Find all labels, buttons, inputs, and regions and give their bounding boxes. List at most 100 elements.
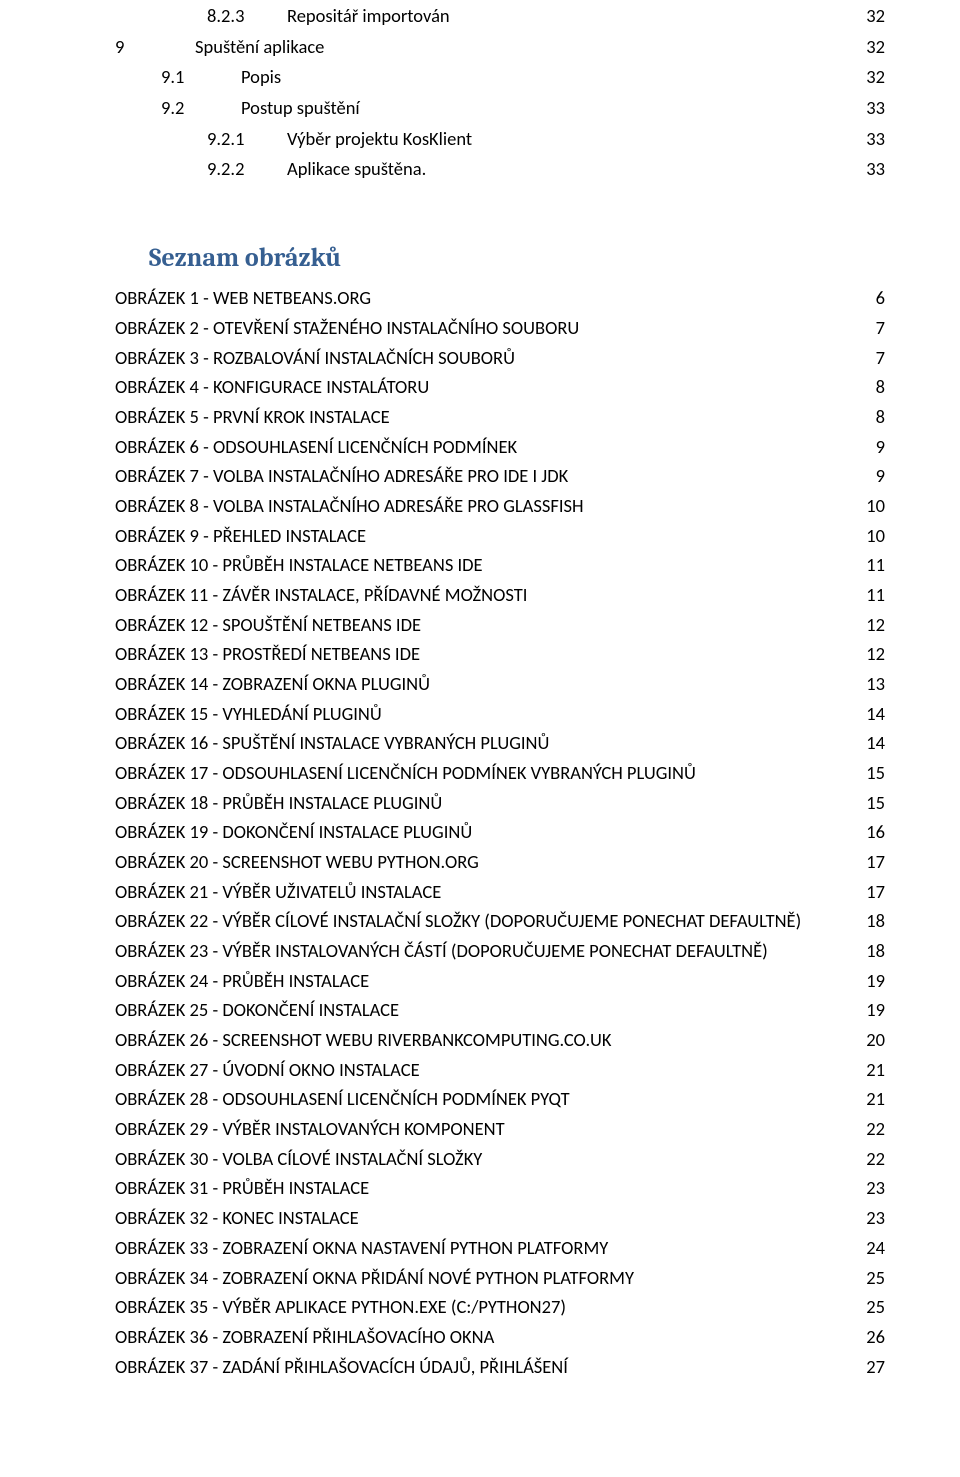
toc-left: 9.2.1Výběr projektu KosKlient xyxy=(115,125,472,154)
toc-text: Aplikace spuštěna. xyxy=(287,155,426,184)
toc-row[interactable]: 9.2Postup spuštění33 xyxy=(115,94,885,123)
figure-row[interactable]: OBRÁZEK 21 - VÝBĚR UŽIVATELŮ INSTALACE17 xyxy=(115,878,885,907)
figure-text: OBRÁZEK 35 - VÝBĚR APLIKACE PYTHON.EXE (… xyxy=(115,1293,856,1322)
figure-row[interactable]: OBRÁZEK 14 - ZOBRAZENÍ OKNA PLUGINŮ13 xyxy=(115,670,885,699)
figure-page: 12 xyxy=(856,611,885,640)
figure-row[interactable]: OBRÁZEK 33 - ZOBRAZENÍ OKNA NASTAVENÍ PY… xyxy=(115,1234,885,1263)
figure-page: 13 xyxy=(856,670,885,699)
figure-row[interactable]: OBRÁZEK 17 - ODSOUHLASENÍ LICENČNÍCH POD… xyxy=(115,759,885,788)
figure-row[interactable]: OBRÁZEK 12 - SPOUŠTĚNÍ NETBEANS IDE12 xyxy=(115,611,885,640)
toc-number: 9.2.2 xyxy=(207,155,287,184)
figure-page: 10 xyxy=(856,522,885,551)
figure-text: OBRÁZEK 21 - VÝBĚR UŽIVATELŮ INSTALACE xyxy=(115,878,856,907)
figure-row[interactable]: OBRÁZEK 5 - PRVNÍ KROK INSTALACE8 xyxy=(115,403,885,432)
figure-row[interactable]: OBRÁZEK 31 - PRŮBĚH INSTALACE23 xyxy=(115,1174,885,1203)
figure-text: OBRÁZEK 14 - ZOBRAZENÍ OKNA PLUGINŮ xyxy=(115,670,856,699)
toc-number: 9.1 xyxy=(161,63,241,92)
figure-page: 17 xyxy=(856,848,885,877)
figure-page: 9 xyxy=(866,433,885,462)
figure-text: OBRÁZEK 9 - PŘEHLED INSTALACE xyxy=(115,522,856,551)
figure-row[interactable]: OBRÁZEK 34 - ZOBRAZENÍ OKNA PŘIDÁNÍ NOVÉ… xyxy=(115,1264,885,1293)
figure-text: OBRÁZEK 23 - VÝBĚR INSTALOVANÝCH ČÁSTÍ (… xyxy=(115,937,856,966)
figure-row[interactable]: OBRÁZEK 24 - PRŮBĚH INSTALACE19 xyxy=(115,967,885,996)
figure-row[interactable]: OBRÁZEK 1 - WEB NETBEANS.ORG6 xyxy=(115,284,885,313)
figure-row[interactable]: OBRÁZEK 32 - KONEC INSTALACE23 xyxy=(115,1204,885,1233)
figure-row[interactable]: OBRÁZEK 18 - PRŮBĚH INSTALACE PLUGINŮ15 xyxy=(115,789,885,818)
figure-row[interactable]: OBRÁZEK 26 - SCREENSHOT WEBU RIVERBANKCO… xyxy=(115,1026,885,1055)
figure-page: 25 xyxy=(856,1293,885,1322)
toc-left: 9.2.2Aplikace spuštěna. xyxy=(115,155,426,184)
figure-page: 11 xyxy=(856,581,885,610)
figure-text: OBRÁZEK 1 - WEB NETBEANS.ORG xyxy=(115,284,866,313)
figure-page: 8 xyxy=(866,373,885,402)
toc-row[interactable]: 8.2.3Repositář importován32 xyxy=(115,2,885,31)
figure-row[interactable]: OBRÁZEK 36 - ZOBRAZENÍ PŘIHLAŠOVACÍHO OK… xyxy=(115,1323,885,1352)
figure-page: 22 xyxy=(856,1115,885,1144)
toc-text: Spuštění aplikace xyxy=(195,33,324,62)
figure-text: OBRÁZEK 18 - PRŮBĚH INSTALACE PLUGINŮ xyxy=(115,789,856,818)
figure-row[interactable]: OBRÁZEK 15 - VYHLEDÁNÍ PLUGINŮ14 xyxy=(115,700,885,729)
figure-text: OBRÁZEK 5 - PRVNÍ KROK INSTALACE xyxy=(115,403,866,432)
figure-row[interactable]: OBRÁZEK 22 - VÝBĚR CÍLOVÉ INSTALAČNÍ SLO… xyxy=(115,907,885,936)
figure-row[interactable]: OBRÁZEK 23 - VÝBĚR INSTALOVANÝCH ČÁSTÍ (… xyxy=(115,937,885,966)
figure-page: 7 xyxy=(866,344,885,373)
figure-row[interactable]: OBRÁZEK 16 - SPUŠTĚNÍ INSTALACE VYBRANÝC… xyxy=(115,729,885,758)
toc-left: 9.1Popis xyxy=(115,63,281,92)
figure-page: 24 xyxy=(856,1234,885,1263)
figure-row[interactable]: OBRÁZEK 7 - VOLBA INSTALAČNÍHO ADRESÁŘE … xyxy=(115,462,885,491)
figure-row[interactable]: OBRÁZEK 35 - VÝBĚR APLIKACE PYTHON.EXE (… xyxy=(115,1293,885,1322)
figure-text: OBRÁZEK 7 - VOLBA INSTALAČNÍHO ADRESÁŘE … xyxy=(115,462,866,491)
figure-row[interactable]: OBRÁZEK 6 - ODSOUHLASENÍ LICENČNÍCH PODM… xyxy=(115,433,885,462)
figure-row[interactable]: OBRÁZEK 10 - PRŮBĚH INSTALACE NETBEANS I… xyxy=(115,551,885,580)
toc-list: 8.2.3Repositář importován329Spuštění apl… xyxy=(115,2,885,184)
figure-text: OBRÁZEK 27 - ÚVODNÍ OKNO INSTALACE xyxy=(115,1056,856,1085)
toc-text: Popis xyxy=(241,63,281,92)
figure-page: 19 xyxy=(856,996,885,1025)
figure-row[interactable]: OBRÁZEK 29 - VÝBĚR INSTALOVANÝCH KOMPONE… xyxy=(115,1115,885,1144)
figure-row[interactable]: OBRÁZEK 37 - ZADÁNÍ PŘIHLAŠOVACÍCH ÚDAJŮ… xyxy=(115,1353,885,1382)
figure-page: 23 xyxy=(856,1174,885,1203)
figure-page: 6 xyxy=(866,284,885,313)
figure-row[interactable]: OBRÁZEK 27 - ÚVODNÍ OKNO INSTALACE21 xyxy=(115,1056,885,1085)
figure-row[interactable]: OBRÁZEK 4 - KONFIGURACE INSTALÁTORU8 xyxy=(115,373,885,402)
figure-text: OBRÁZEK 17 - ODSOUHLASENÍ LICENČNÍCH POD… xyxy=(115,759,856,788)
figure-text: OBRÁZEK 15 - VYHLEDÁNÍ PLUGINŮ xyxy=(115,700,856,729)
figure-row[interactable]: OBRÁZEK 9 - PŘEHLED INSTALACE10 xyxy=(115,522,885,551)
toc-row[interactable]: 9.1Popis32 xyxy=(115,63,885,92)
figure-row[interactable]: OBRÁZEK 25 - DOKONČENÍ INSTALACE19 xyxy=(115,996,885,1025)
figure-row[interactable]: OBRÁZEK 30 - VOLBA CÍLOVÉ INSTALAČNÍ SLO… xyxy=(115,1145,885,1174)
figure-page: 9 xyxy=(866,462,885,491)
figure-text: OBRÁZEK 2 - OTEVŘENÍ STAŽENÉHO INSTALAČN… xyxy=(115,314,866,343)
figure-page: 18 xyxy=(856,937,885,966)
figure-page: 19 xyxy=(856,967,885,996)
figure-text: OBRÁZEK 32 - KONEC INSTALACE xyxy=(115,1204,856,1233)
toc-text: Výběr projektu KosKlient xyxy=(287,125,472,154)
toc-row[interactable]: 9Spuštění aplikace32 xyxy=(115,33,885,62)
figure-row[interactable]: OBRÁZEK 8 - VOLBA INSTALAČNÍHO ADRESÁŘE … xyxy=(115,492,885,521)
figure-row[interactable]: OBRÁZEK 20 - SCREENSHOT WEBU PYTHON.ORG1… xyxy=(115,848,885,877)
figure-row[interactable]: OBRÁZEK 13 - PROSTŘEDÍ NETBEANS IDE12 xyxy=(115,640,885,669)
figure-text: OBRÁZEK 6 - ODSOUHLASENÍ LICENČNÍCH PODM… xyxy=(115,433,866,462)
toc-left: 9Spuštění aplikace xyxy=(115,33,324,62)
figure-page: 25 xyxy=(856,1264,885,1293)
figure-page: 27 xyxy=(856,1353,885,1382)
figure-row[interactable]: OBRÁZEK 3 - ROZBALOVÁNÍ INSTALAČNÍCH SOU… xyxy=(115,344,885,373)
figure-text: OBRÁZEK 8 - VOLBA INSTALAČNÍHO ADRESÁŘE … xyxy=(115,492,856,521)
figure-page: 21 xyxy=(856,1056,885,1085)
figure-page: 17 xyxy=(856,878,885,907)
figure-row[interactable]: OBRÁZEK 2 - OTEVŘENÍ STAŽENÉHO INSTALAČN… xyxy=(115,314,885,343)
figure-page: 10 xyxy=(856,492,885,521)
figure-page: 11 xyxy=(856,551,885,580)
figure-text: OBRÁZEK 12 - SPOUŠTĚNÍ NETBEANS IDE xyxy=(115,611,856,640)
figure-text: OBRÁZEK 10 - PRŮBĚH INSTALACE NETBEANS I… xyxy=(115,551,856,580)
toc-row[interactable]: 9.2.1Výběr projektu KosKlient33 xyxy=(115,125,885,154)
figure-page: 15 xyxy=(856,789,885,818)
figure-row[interactable]: OBRÁZEK 28 - ODSOUHLASENÍ LICENČNÍCH POD… xyxy=(115,1085,885,1114)
figure-row[interactable]: OBRÁZEK 19 - DOKONČENÍ INSTALACE PLUGINŮ… xyxy=(115,818,885,847)
figure-page: 20 xyxy=(856,1026,885,1055)
figure-text: OBRÁZEK 20 - SCREENSHOT WEBU PYTHON.ORG xyxy=(115,848,856,877)
toc-row[interactable]: 9.2.2Aplikace spuštěna.33 xyxy=(115,155,885,184)
figure-text: OBRÁZEK 28 - ODSOUHLASENÍ LICENČNÍCH POD… xyxy=(115,1085,856,1114)
figure-page: 26 xyxy=(856,1323,885,1352)
figure-row[interactable]: OBRÁZEK 11 - ZÁVĚR INSTALACE, PŘÍDAVNÉ M… xyxy=(115,581,885,610)
